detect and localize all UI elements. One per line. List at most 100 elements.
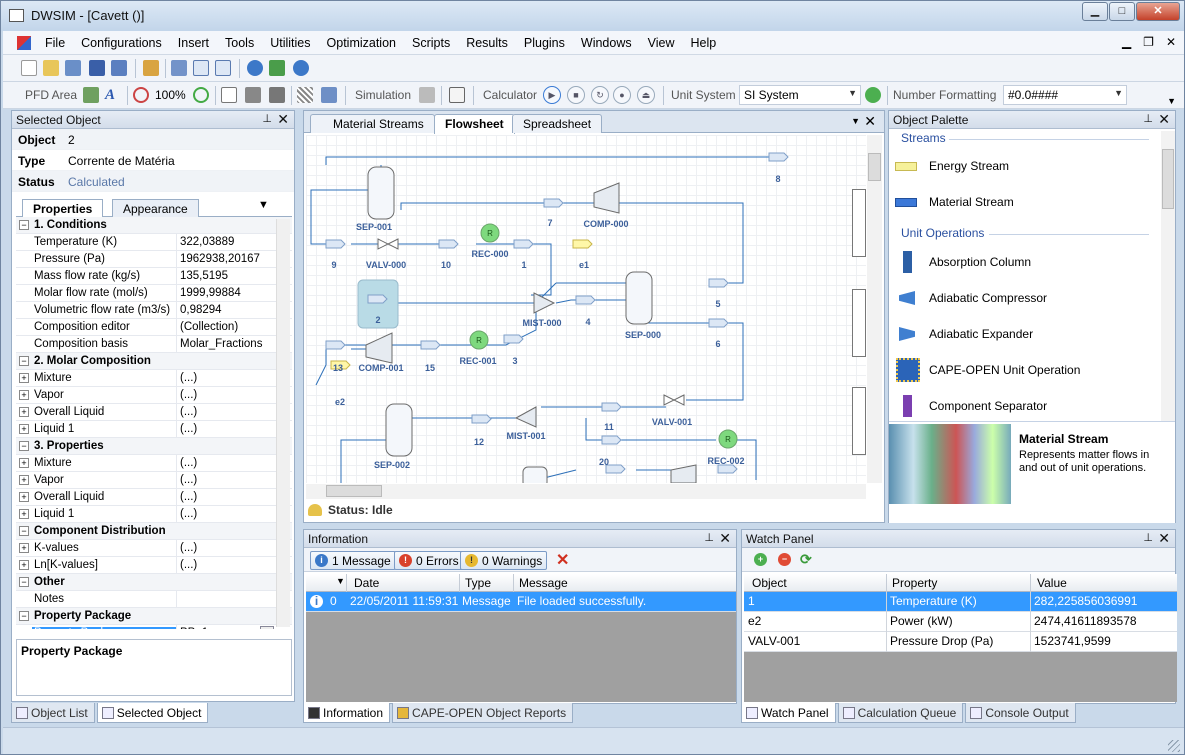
pin-icon[interactable]: ⊥ [262, 112, 272, 125]
property-value[interactable]: (...) [180, 389, 197, 401]
property-row[interactable]: Volumetric flow rate (m3/s) 0,98294 [16, 302, 292, 319]
expand-icon[interactable]: + [19, 458, 29, 468]
cascade-icon[interactable] [171, 60, 187, 76]
tab-selected-object[interactable]: Selected Object [96, 703, 209, 723]
property-row[interactable]: Temperature (K) 322,03889 [16, 234, 292, 251]
open-folder-icon[interactable] [43, 60, 59, 76]
abort-icon[interactable]: ● [613, 86, 631, 104]
close-icon[interactable]: ✕ [719, 530, 731, 547]
collapse-icon[interactable]: − [19, 220, 29, 230]
close-icon[interactable]: ✕ [1158, 530, 1170, 547]
col-property[interactable]: Property [892, 576, 937, 590]
property-row[interactable]: + Mixture (...) [16, 455, 292, 472]
tab-list-icon[interactable]: ▼ [851, 116, 860, 126]
grid-icon[interactable] [297, 87, 313, 103]
property-row[interactable]: Notes [16, 591, 292, 608]
menu-tools[interactable]: Tools [217, 36, 262, 50]
tab-console-output[interactable]: Console Output [965, 703, 1076, 723]
image-icon[interactable] [83, 87, 99, 103]
property-value[interactable]: (...) [180, 423, 197, 435]
property-row[interactable]: Molar flow rate (mol/s) 1999,99884 [16, 285, 292, 302]
expand-icon[interactable]: + [19, 492, 29, 502]
menu-windows[interactable]: Windows [573, 36, 640, 50]
chevron-down-icon[interactable]: ▼ [260, 626, 274, 629]
refresh-icon[interactable]: ⟳ [800, 551, 812, 568]
property-category[interactable]: −2. Molar Composition [16, 353, 292, 370]
menu-help[interactable]: Help [682, 36, 724, 50]
property-row[interactable]: + Vapor (...) [16, 472, 292, 489]
tab-properties[interactable]: Properties [22, 199, 104, 218]
collapse-icon[interactable]: − [19, 356, 29, 366]
collapse-icon[interactable]: − [19, 611, 29, 621]
document-icon[interactable] [17, 36, 31, 50]
expand-icon[interactable]: + [19, 509, 29, 519]
warnings-filter-button[interactable]: ! 0 Warnings [460, 551, 548, 570]
menu-configurations[interactable]: Configurations [73, 36, 170, 50]
tile-vertical-icon[interactable] [215, 60, 231, 76]
save-icon[interactable] [89, 60, 105, 76]
print-icon[interactable] [269, 87, 285, 103]
watch-row[interactable]: 1 Temperature (K) 282,225856036991 [744, 592, 1177, 612]
close-icon[interactable]: ✕ [864, 113, 876, 130]
new-file-icon[interactable] [21, 60, 37, 76]
plugins-icon[interactable] [269, 60, 285, 76]
property-row[interactable]: + Mixture (...) [16, 370, 292, 387]
collapse-icon[interactable]: − [19, 441, 29, 451]
pin-icon[interactable]: ⊥ [1143, 531, 1153, 544]
property-category[interactable]: −1. Conditions [16, 217, 292, 234]
property-value[interactable]: 1962938,20167 [180, 253, 260, 265]
property-value[interactable]: PP_1 [180, 627, 208, 629]
property-value[interactable]: 135,5195 [180, 270, 228, 282]
pin-icon[interactable]: ⊥ [704, 531, 714, 544]
open-multiple-icon[interactable] [65, 60, 81, 76]
zoom-out-icon[interactable] [133, 87, 149, 103]
property-value[interactable]: 0,98294 [180, 304, 222, 316]
palette-item-material-stream[interactable]: Material Stream [893, 187, 1014, 217]
col-type[interactable]: Type [465, 576, 491, 590]
palette-item-cape-open-unit-operation[interactable]: CAPE-OPEN Unit Operation [893, 355, 1080, 385]
property-value[interactable]: (...) [180, 491, 197, 503]
menu-optimization[interactable]: Optimization [319, 36, 404, 50]
property-row[interactable]: + K-values (...) [16, 540, 292, 557]
property-value[interactable]: (...) [180, 457, 197, 469]
watch-row[interactable]: e2 Power (kW) 2474,41611893578 [744, 612, 1177, 632]
tab-cape-open-reports[interactable]: CAPE-OPEN Object Reports [392, 703, 574, 723]
minimize-button[interactable]: ▁ [1082, 2, 1108, 21]
message-row[interactable]: i 0 22/05/2011 11:59:31 Message File loa… [306, 592, 736, 612]
tab-spreadsheet[interactable]: Spreadsheet [512, 114, 603, 133]
palette-item-adiabatic-expander[interactable]: Adiabatic Expander [893, 319, 1033, 349]
watch-row[interactable]: VALV-001 Pressure Drop (Pa) 1523741,9599 [744, 632, 1177, 652]
property-grid-scrollbar[interactable] [276, 219, 290, 627]
page-setup-icon[interactable] [221, 87, 237, 103]
tab-information[interactable]: Information [303, 703, 391, 723]
property-row[interactable]: + Ln[K-values] (...) [16, 557, 292, 574]
property-row[interactable]: + Vapor (...) [16, 387, 292, 404]
pin-icon[interactable]: ⊥ [1143, 112, 1153, 125]
canvas-horizontal-scrollbar[interactable] [306, 484, 866, 499]
mdi-minimize-icon[interactable]: ▁ [1122, 35, 1131, 49]
property-value[interactable]: (...) [180, 542, 197, 554]
menu-results[interactable]: Results [458, 36, 516, 50]
tab-appearance[interactable]: Appearance [112, 199, 199, 217]
menu-plugins[interactable]: Plugins [516, 36, 573, 50]
tab-object-list[interactable]: Object List [11, 703, 95, 723]
expand-icon[interactable]: + [19, 424, 29, 434]
palette-item-energy-stream[interactable]: Energy Stream [893, 151, 1009, 181]
tab-menu-icon[interactable]: ▼ [258, 199, 269, 211]
mdi-close-icon[interactable]: ✕ [1166, 35, 1176, 49]
calculator-icon[interactable] [449, 87, 465, 103]
unit-system-select[interactable]: SI System ▼ [739, 85, 861, 105]
col-date[interactable]: Date [354, 576, 379, 590]
about-icon[interactable] [293, 60, 309, 76]
expand-icon[interactable]: + [19, 560, 29, 570]
property-row[interactable]: Pressure (Pa) 1962938,20167 [16, 251, 292, 268]
property-row[interactable]: + Liquid 1 (...) [16, 506, 292, 523]
align-icon[interactable] [321, 87, 337, 103]
tab-flowsheet[interactable]: Flowsheet [434, 114, 515, 134]
property-value[interactable]: (...) [180, 474, 197, 486]
canvas-vertical-scrollbar[interactable] [867, 135, 882, 483]
property-category[interactable]: − Component Distribution [16, 523, 292, 540]
mdi-restore-icon[interactable]: ❐ [1143, 35, 1154, 49]
sort-icon[interactable]: ▼ [336, 576, 345, 586]
menu-insert[interactable]: Insert [170, 36, 217, 50]
